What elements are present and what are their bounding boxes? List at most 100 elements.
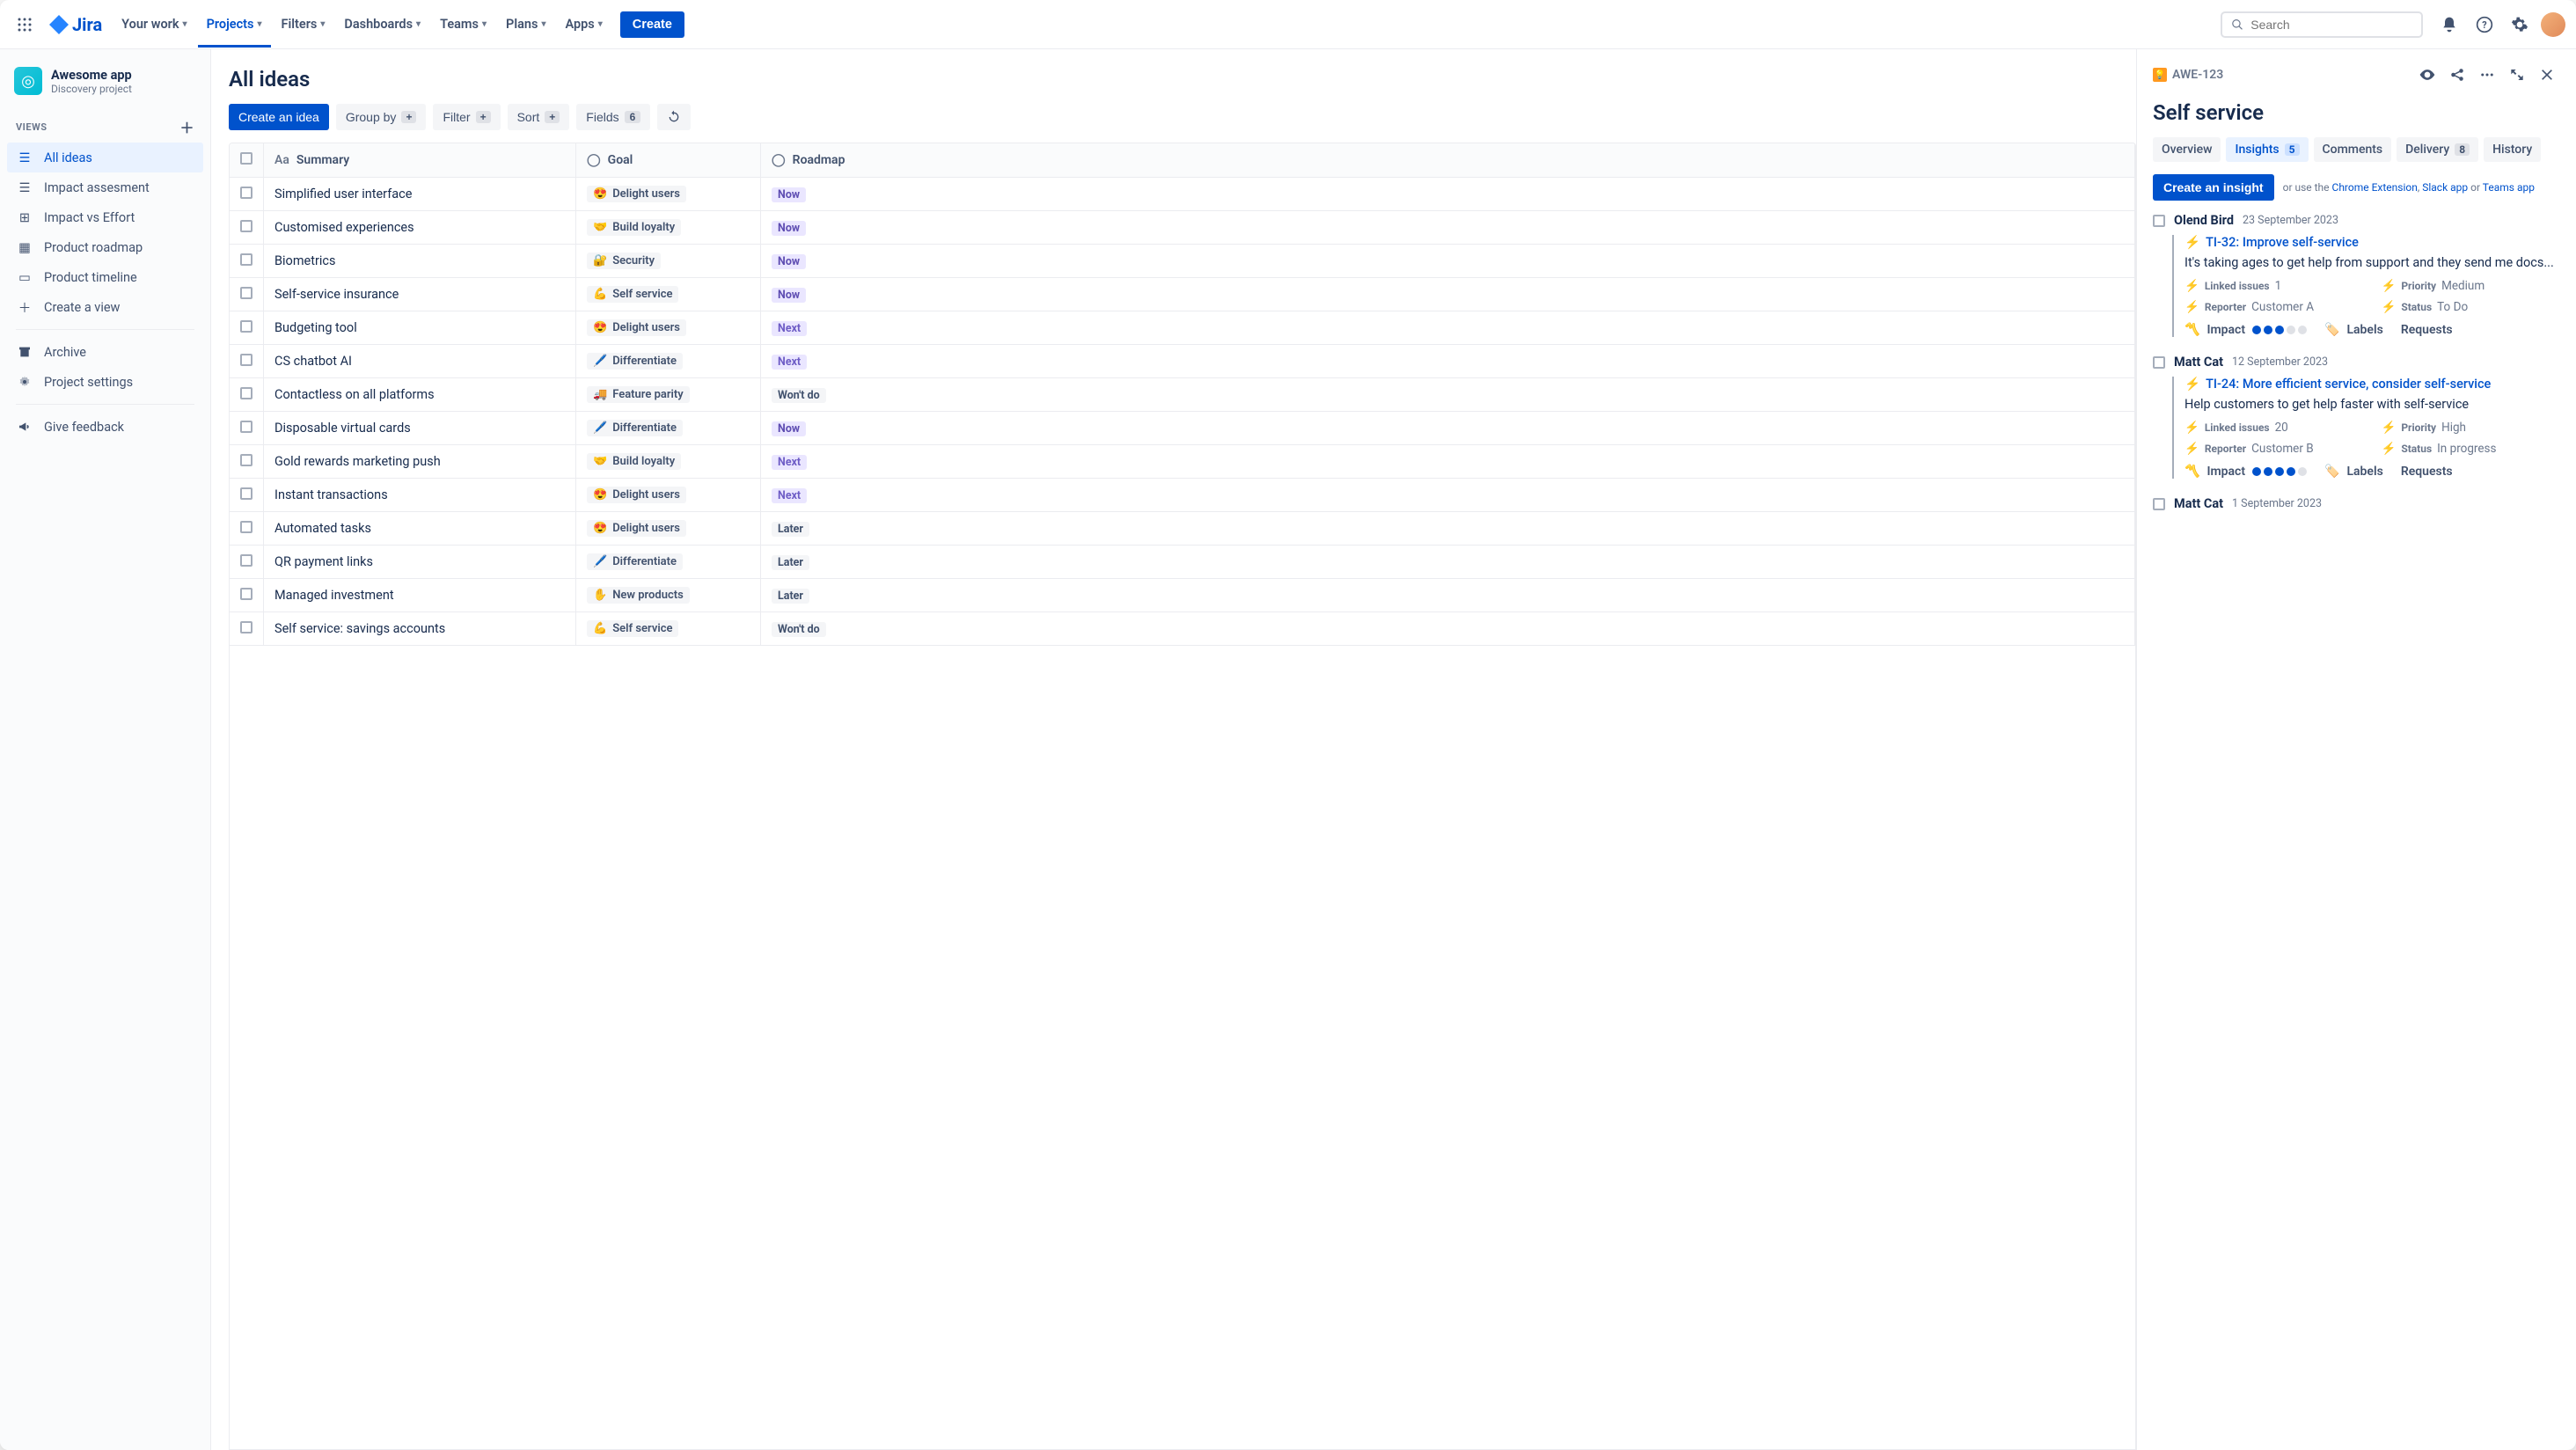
sidebar-feedback[interactable]: Give feedback: [7, 412, 203, 442]
sidebar-view-product-roadmap[interactable]: ▦Product roadmap: [7, 232, 203, 262]
table-row[interactable]: QR payment links 🖊️Differentiate Later: [230, 546, 2135, 579]
cell-summary: Disposable virtual cards: [264, 412, 576, 445]
row-checkbox[interactable]: [240, 387, 252, 399]
row-checkbox[interactable]: [240, 521, 252, 533]
sidebar-view-create-a-view[interactable]: ＋Create a view: [7, 292, 203, 322]
watch-icon[interactable]: [2414, 62, 2441, 88]
table-row[interactable]: Simplified user interface 😍Delight users…: [230, 178, 2135, 211]
tab-overview[interactable]: Overview: [2153, 137, 2221, 162]
create-button[interactable]: Create: [620, 11, 684, 38]
user-avatar[interactable]: [2541, 12, 2565, 37]
nav-apps[interactable]: Apps▾: [556, 11, 611, 37]
row-checkbox[interactable]: [240, 253, 252, 266]
nav-dashboards[interactable]: Dashboards▾: [335, 11, 429, 37]
table-row[interactable]: Budgeting tool 😍Delight users Next: [230, 311, 2135, 345]
cell-summary: Self-service insurance: [264, 278, 576, 311]
tab-history[interactable]: History: [2484, 137, 2541, 162]
filter-button[interactable]: Filter+: [433, 104, 500, 130]
row-checkbox[interactable]: [240, 287, 252, 299]
insight-checkbox[interactable]: [2153, 356, 2165, 369]
nav-projects[interactable]: Projects▾: [198, 1, 271, 48]
nav-filters[interactable]: Filters▾: [273, 11, 334, 37]
sidebar-archive[interactable]: Archive: [7, 337, 203, 367]
table-row[interactable]: Instant transactions 😍Delight users Next: [230, 479, 2135, 512]
cell-goal: 🖊️Differentiate: [576, 345, 761, 378]
sidebar-view-all-ideas[interactable]: ☰All ideas: [7, 143, 203, 172]
slack-app-link[interactable]: Slack app: [2422, 181, 2468, 194]
nav-plans[interactable]: Plans▾: [497, 11, 554, 37]
table-row[interactable]: Self-service insurance 💪Self service Now: [230, 278, 2135, 311]
table-row[interactable]: Automated tasks 😍Delight users Later: [230, 512, 2135, 546]
row-checkbox[interactable]: [240, 621, 252, 633]
notifications-icon[interactable]: [2435, 11, 2463, 39]
issue-key[interactable]: 💡 AWE-123: [2153, 68, 2223, 82]
insight-linked-issue[interactable]: ⚡TI-24: More efficient service, consider…: [2184, 377, 2560, 392]
row-checkbox[interactable]: [240, 554, 252, 567]
chrome-extension-link[interactable]: Chrome Extension: [2332, 181, 2418, 194]
add-view-icon[interactable]: ＋: [179, 116, 194, 137]
insight-checkbox[interactable]: [2153, 498, 2165, 510]
column-roadmap[interactable]: ◯Roadmap: [761, 143, 2135, 178]
create-idea-button[interactable]: Create an idea: [229, 104, 329, 130]
row-checkbox[interactable]: [240, 220, 252, 232]
sidebar-settings[interactable]: Project settings: [7, 367, 203, 397]
row-checkbox[interactable]: [240, 354, 252, 366]
column-summary[interactable]: AaSummary: [264, 143, 576, 178]
row-checkbox[interactable]: [240, 454, 252, 466]
autosave-icon[interactable]: [657, 104, 691, 130]
table-row[interactable]: Biometrics 🔐Security Now: [230, 245, 2135, 278]
column-type-icon: ◯: [772, 153, 786, 167]
insight-linked-issue[interactable]: ⚡TI-32: Improve self-service: [2184, 235, 2560, 250]
jira-logo[interactable]: Jira: [42, 14, 109, 35]
fields-button[interactable]: Fields6: [576, 104, 650, 130]
sidebar-view-product-timeline[interactable]: ▭Product timeline: [7, 262, 203, 292]
row-checkbox[interactable]: [240, 487, 252, 500]
app-switcher-icon[interactable]: [11, 11, 39, 39]
detail-tabs: OverviewInsights5CommentsDelivery8Histor…: [2153, 137, 2560, 162]
table-row[interactable]: Self service: savings accounts 💪Self ser…: [230, 612, 2135, 646]
expand-icon[interactable]: [2504, 62, 2530, 88]
select-all-checkbox[interactable]: [240, 152, 252, 165]
nav-your-work[interactable]: Your work▾: [113, 11, 195, 37]
more-icon[interactable]: [2474, 62, 2500, 88]
row-checkbox[interactable]: [240, 588, 252, 600]
tab-insights[interactable]: Insights5: [2226, 137, 2308, 162]
teams-app-link[interactable]: Teams app: [2483, 181, 2535, 194]
settings-icon[interactable]: [2506, 11, 2534, 39]
nav-teams[interactable]: Teams▾: [431, 11, 495, 37]
sidebar-view-impact-vs-effort[interactable]: ⊞Impact vs Effort: [7, 202, 203, 232]
table-row[interactable]: CS chatbot AI 🖊️Differentiate Next: [230, 345, 2135, 378]
content: All ideas Create an idea Group by+ Filte…: [211, 49, 2136, 1450]
tab-comments[interactable]: Comments: [2314, 137, 2392, 162]
share-icon[interactable]: [2444, 62, 2470, 88]
tab-delivery[interactable]: Delivery8: [2397, 137, 2478, 162]
search-input[interactable]: [2250, 18, 2412, 32]
close-icon[interactable]: [2534, 62, 2560, 88]
project-header[interactable]: ◎ Awesome app Discovery project: [7, 63, 203, 109]
jira-logo-text: Jira: [72, 14, 102, 35]
column-goal[interactable]: ◯Goal: [576, 143, 761, 178]
cell-summary: Customised experiences: [264, 211, 576, 245]
cell-roadmap: Now: [761, 178, 2135, 211]
create-insight-button[interactable]: Create an insight: [2153, 174, 2274, 201]
table-row[interactable]: Disposable virtual cards 🖊️Differentiate…: [230, 412, 2135, 445]
row-checkbox[interactable]: [240, 187, 252, 199]
row-checkbox[interactable]: [240, 421, 252, 433]
sidebar-view-impact-assesment[interactable]: ☰Impact assesment: [7, 172, 203, 202]
view-icon: ⊞: [16, 209, 33, 226]
table-row[interactable]: Customised experiences 🤝Build loyalty No…: [230, 211, 2135, 245]
view-icon: ＋: [16, 298, 33, 316]
table-row[interactable]: Managed investment ✋New products Later: [230, 579, 2135, 612]
sort-button[interactable]: Sort+: [508, 104, 570, 130]
table-row[interactable]: Contactless on all platforms 🚚Feature pa…: [230, 378, 2135, 412]
insight-author: Matt Cat: [2174, 355, 2223, 370]
help-icon[interactable]: ?: [2470, 11, 2499, 39]
project-type: Discovery project: [51, 83, 132, 95]
archive-icon: [16, 343, 33, 361]
search-box[interactable]: [2221, 11, 2423, 38]
insight-checkbox[interactable]: [2153, 215, 2165, 227]
group-by-button[interactable]: Group by+: [336, 104, 427, 130]
cell-goal: ✋New products: [576, 579, 761, 612]
table-row[interactable]: Gold rewards marketing push 🤝Build loyal…: [230, 445, 2135, 479]
row-checkbox[interactable]: [240, 320, 252, 333]
